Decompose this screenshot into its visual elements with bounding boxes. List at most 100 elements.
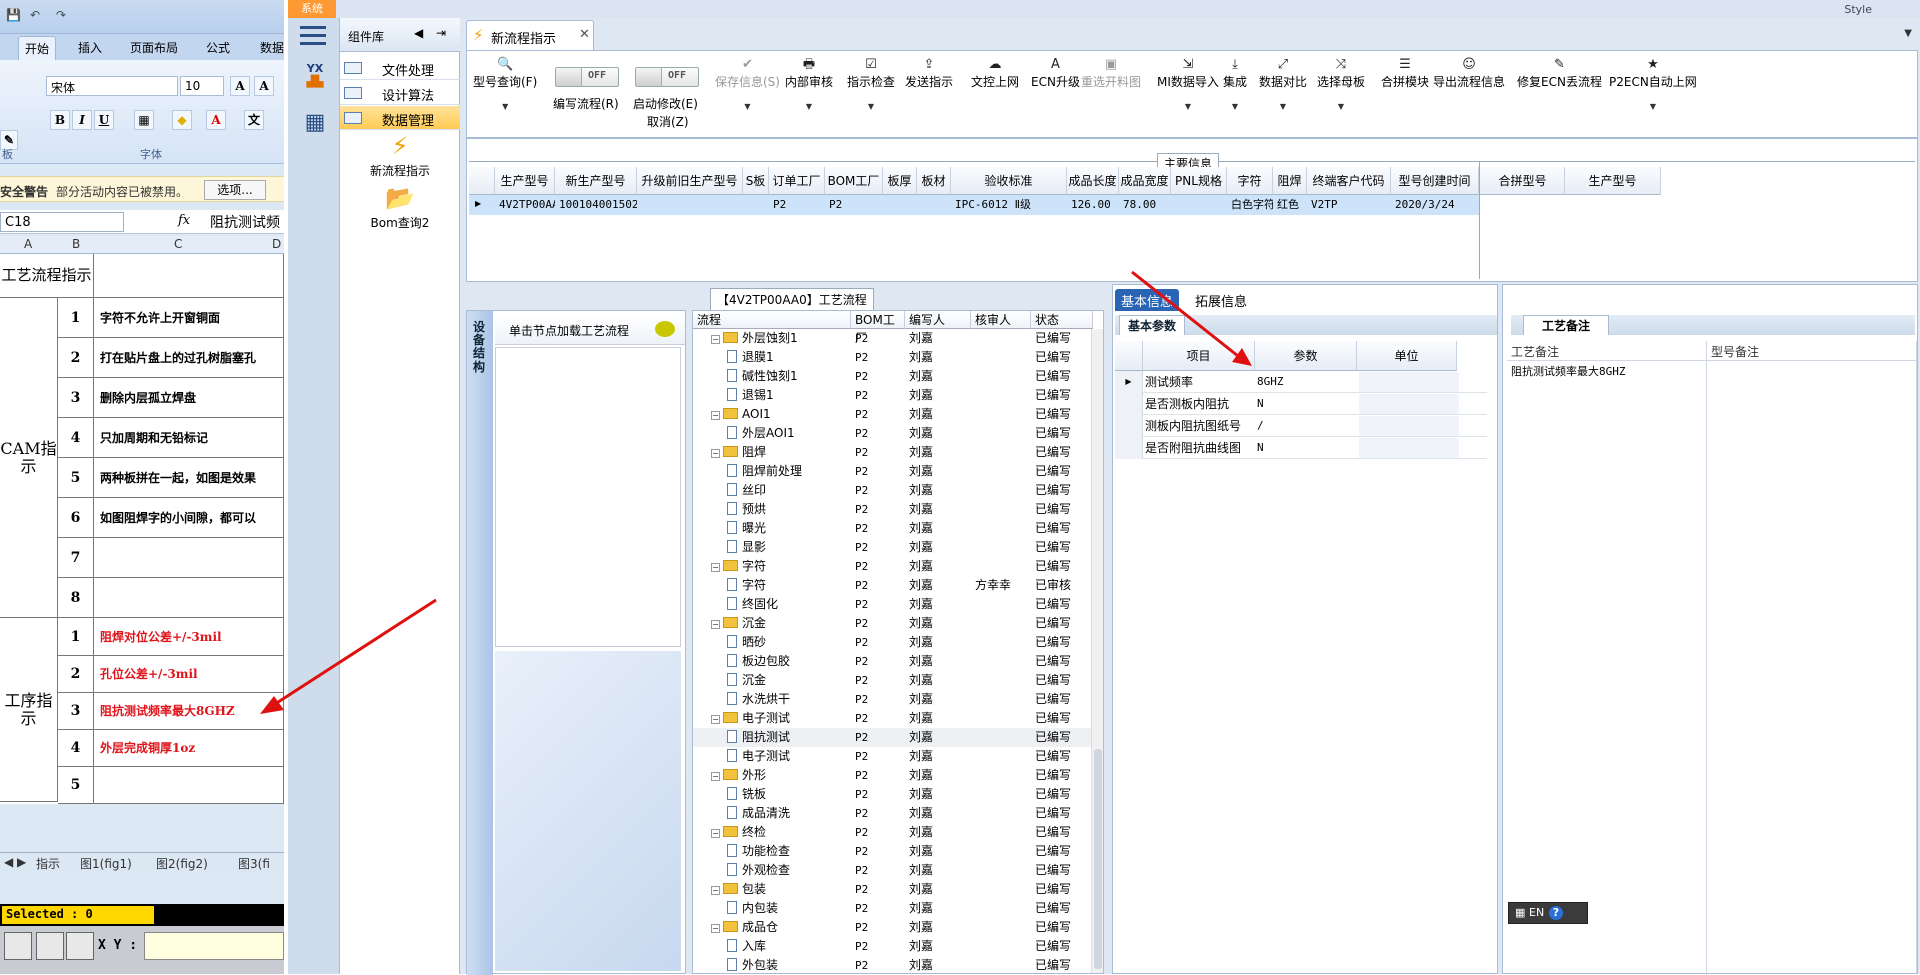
flow-node[interactable]: 退锡1 (727, 386, 774, 405)
flow-node[interactable]: 晒砂 (727, 633, 766, 652)
flow-col-header[interactable]: 核审人 (971, 311, 1031, 329)
param-unit[interactable] (1359, 416, 1459, 436)
row-number-cell[interactable]: 3 (58, 378, 94, 418)
library-item[interactable]: 数据管理 (340, 106, 460, 130)
chevron-down-icon[interactable]: ▼ (1223, 102, 1247, 111)
main-col-header[interactable]: 成品长度 (1067, 167, 1119, 195)
tab-insert[interactable]: 插入 (78, 39, 102, 56)
flow-node[interactable]: 入库 (727, 937, 766, 956)
collapse-icon[interactable]: − (711, 411, 720, 420)
flow-row[interactable]: 水洗烘干 P2 刘嘉 已编写 (693, 690, 1103, 709)
measure-tool-icon[interactable] (36, 932, 64, 960)
border-icon[interactable]: ▦ (134, 110, 154, 130)
main-col-header[interactable]: BOM工厂 (825, 167, 883, 195)
tab-basic-params[interactable]: 基本参数 (1119, 315, 1186, 335)
redo-icon[interactable]: ↷ (56, 8, 66, 22)
document-tab[interactable]: ⚡ 新流程指示 ✕ (466, 20, 594, 50)
row-number-cell[interactable]: 2 (58, 338, 94, 378)
main-info-cell[interactable]: IPC-6012 Ⅱ级 (955, 195, 1067, 215)
sheet-tab-4[interactable]: 图3(fi (238, 855, 270, 872)
flow-node[interactable]: − AOI1 (711, 405, 771, 424)
header-blank-cell[interactable] (94, 254, 284, 298)
flow-node[interactable]: 板边包胶 (727, 652, 790, 671)
main-info-cell[interactable] (1175, 195, 1227, 215)
flow-node[interactable]: 电子测试 (727, 747, 790, 766)
cancel-button[interactable]: 取消(Z) (647, 113, 689, 130)
basic-col-unit[interactable]: 单位 (1357, 341, 1457, 371)
toolbar-button[interactable]: 🖶 内部审核 ▼ (785, 57, 833, 111)
fill-color-icon[interactable]: ◆ (172, 110, 192, 130)
basic-col-item[interactable]: 项目 (1143, 341, 1255, 371)
toolbar-button[interactable]: ⤓ 集成 ▼ (1223, 57, 1247, 111)
library-item[interactable]: 设计算法 (340, 81, 460, 105)
main-info-cell[interactable]: V2TP (1311, 195, 1391, 215)
instruction-cell[interactable] (94, 578, 284, 618)
flow-node[interactable]: 曝光 (727, 519, 766, 538)
main-info-cell[interactable] (887, 195, 917, 215)
language-bar[interactable]: ▦ EN ? (1508, 902, 1588, 924)
grid-tool-icon[interactable] (66, 932, 94, 960)
flow-row[interactable]: 阻焊前处理 P2 刘嘉 已编写 (693, 462, 1103, 481)
toolbar-button[interactable]: ✔ 保存信息(S) ▼ (715, 57, 780, 111)
tab-basic-info[interactable]: 基本信息 (1115, 289, 1180, 311)
main-info-cell[interactable]: 4V2TP00AA0 (499, 195, 555, 215)
equipment-tree[interactable] (495, 347, 681, 647)
phonetic-icon[interactable]: 文 (244, 110, 264, 130)
flow-col-header[interactable]: 状态 (1031, 311, 1093, 329)
flow-row[interactable]: 退锡1 P2 刘嘉 已编写 (693, 386, 1103, 405)
main-col-header[interactable]: 验收标准 (951, 167, 1067, 195)
main-col-header[interactable]: 升级前旧生产型号 (637, 167, 743, 195)
sheet-tab-3[interactable]: 图2(fig2) (156, 855, 208, 872)
sheet-nav-icon[interactable]: ◀ ▶ (4, 855, 26, 869)
sheet-tab-2[interactable]: 图1(fig1) (80, 855, 132, 872)
instruction-cell[interactable]: 打在贴片盘上的过孔树脂塞孔 (94, 338, 284, 378)
row-number-cell[interactable]: 8 (58, 578, 94, 618)
main-col-header[interactable]: 字符 (1227, 167, 1273, 195)
flow-node[interactable]: 铣板 (727, 785, 766, 804)
param-row[interactable]: 是否测板内阻抗 N (1115, 393, 1487, 415)
flow-node[interactable]: 阻抗测试 (727, 728, 790, 747)
chevron-down-icon[interactable]: ▼ (473, 102, 537, 111)
collapse-icon[interactable]: − (711, 886, 720, 895)
process-instruction-cell[interactable] (94, 767, 284, 804)
flow-node[interactable]: − 电子测试 (711, 709, 790, 728)
flow-row[interactable]: 外观检查 P2 刘嘉 已编写 (693, 861, 1103, 880)
toolbar-button[interactable]: ⤨ 选择母板 ▼ (1317, 57, 1365, 111)
flow-row[interactable]: − 沉金 P2 刘嘉 已编写 (693, 614, 1103, 633)
main-info-cell[interactable]: 126.00 (1071, 195, 1119, 215)
side-col-header[interactable]: 生产型号 (1565, 167, 1661, 195)
main-col-header[interactable]: PNL规格 (1171, 167, 1227, 195)
equipment-structure-tab[interactable]: 设备结构 (467, 311, 493, 975)
tab-page-layout[interactable]: 页面布局 (130, 39, 178, 56)
flow-row[interactable]: 电子测试 P2 刘嘉 已编写 (693, 747, 1103, 766)
collapse-icon[interactable]: − (711, 715, 720, 724)
toolbar-button[interactable]: ☑ 指示检查 ▼ (847, 57, 895, 111)
column-header-b[interactable]: B (72, 237, 80, 251)
flow-node[interactable]: − 成品仓 (711, 918, 778, 937)
main-info-cell[interactable]: 2020/3/24 (1395, 195, 1479, 215)
chevron-down-icon[interactable]: ▼ (1259, 102, 1307, 111)
help-icon[interactable]: ? (1549, 906, 1563, 920)
flow-row[interactable]: − 成品仓 P2 刘嘉 已编写 (693, 918, 1103, 937)
chevron-down-icon[interactable]: ▼ (847, 102, 895, 111)
library-item[interactable]: 文件处理 (340, 56, 460, 80)
flow-scroll-thumb[interactable] (1094, 749, 1102, 969)
param-unit[interactable] (1359, 438, 1459, 458)
flow-row[interactable]: − 字符 P2 刘嘉 已编写 (693, 557, 1103, 576)
instruction-cell[interactable]: 删除内层孤立焊盘 (94, 378, 284, 418)
flow-row[interactable]: 内包装 P2 刘嘉 已编写 (693, 899, 1103, 918)
side-col-header[interactable]: 合拼型号 (1481, 167, 1565, 195)
flow-row[interactable]: 晒砂 P2 刘嘉 已编写 (693, 633, 1103, 652)
select-tool-icon[interactable] (4, 932, 32, 960)
save-icon[interactable]: 💾 (6, 8, 21, 22)
process-flow-tree[interactable]: 流程 BOM工厂 编写人 核审人 状态 − 外层蚀刻1 P2 刘嘉 已编写 退膜1 P2 刘嘉 已编写碱… (692, 310, 1104, 974)
language-indicator[interactable]: EN (1529, 906, 1544, 919)
chevron-down-icon[interactable]: ▼ (785, 102, 833, 111)
close-icon[interactable]: ✕ (579, 27, 590, 42)
flow-node[interactable]: 显影 (727, 538, 766, 557)
shrink-font-button[interactable]: A (254, 76, 274, 96)
bold-button[interactable]: B (50, 110, 70, 130)
flow-row[interactable]: 显影 P2 刘嘉 已编写 (693, 538, 1103, 557)
flow-row[interactable]: − 外层蚀刻1 P2 刘嘉 已编写 (693, 329, 1103, 348)
main-info-cell[interactable]: 红色 (1277, 195, 1307, 215)
